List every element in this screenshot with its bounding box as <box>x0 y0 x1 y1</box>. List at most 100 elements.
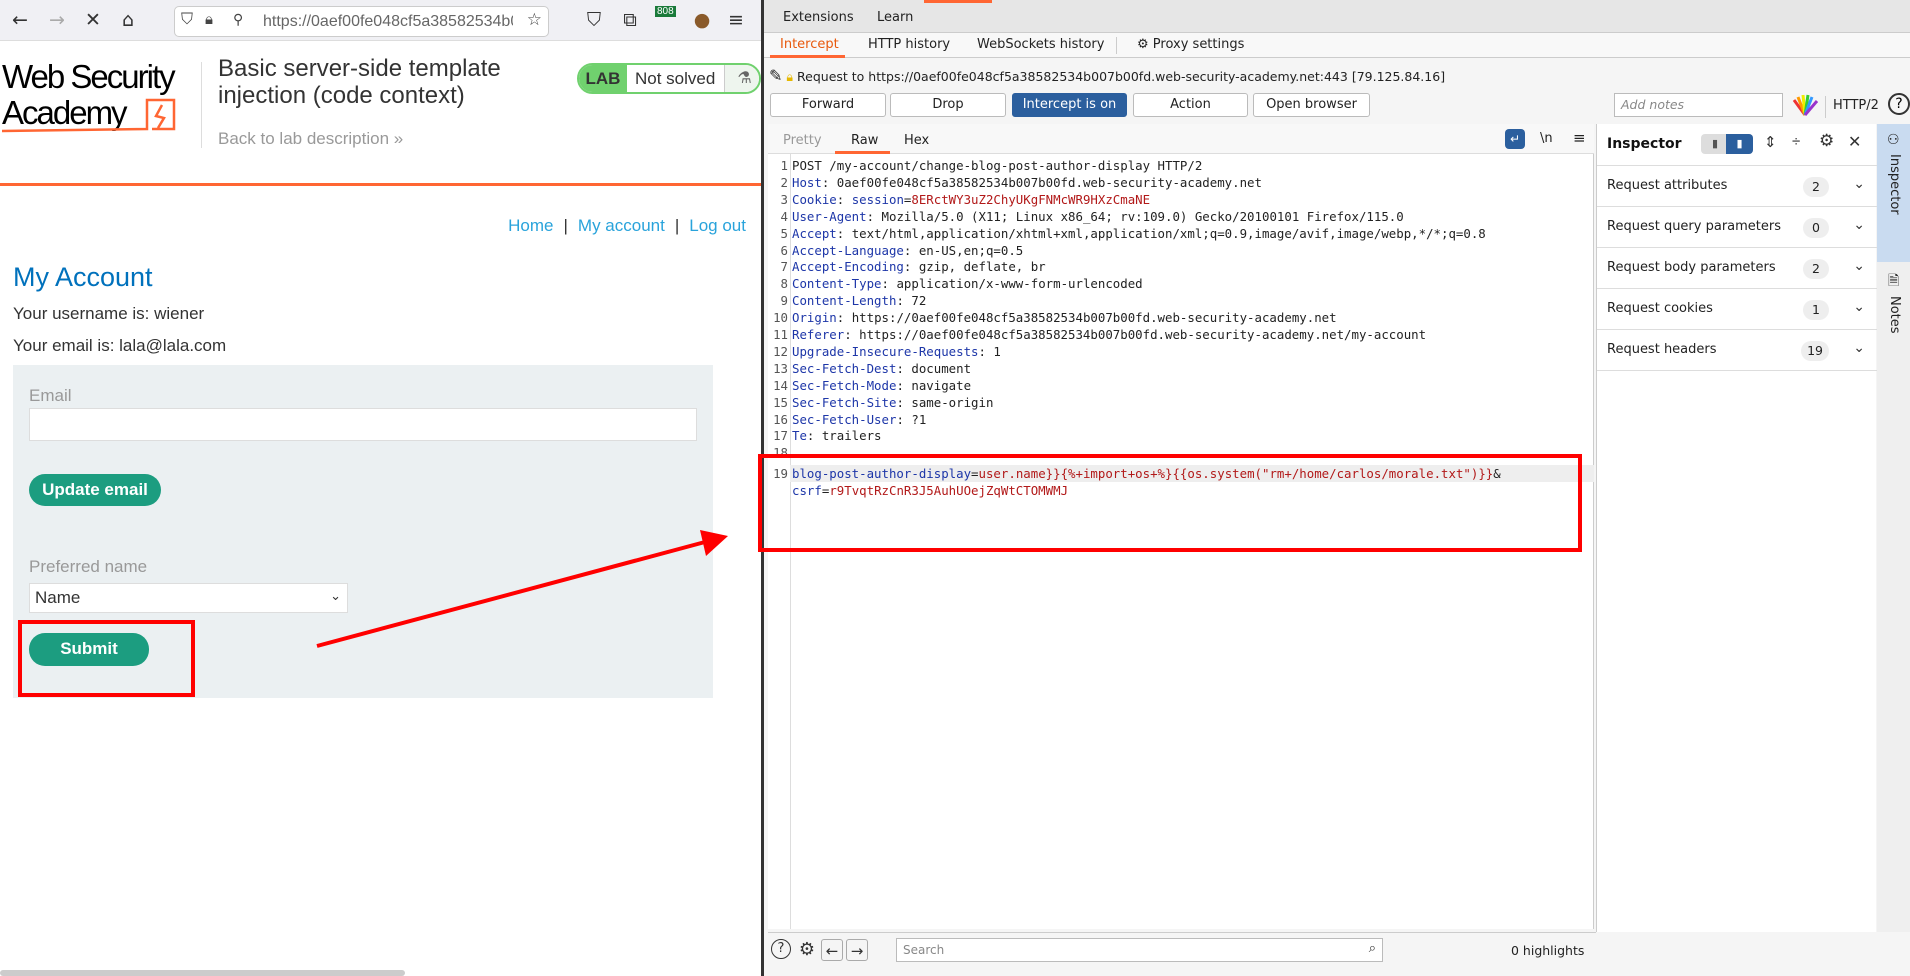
inspector-row[interactable]: Request query parameters 0 ⌄ <box>1597 207 1877 248</box>
email-text: Your email is: lala@lala.com <box>13 336 227 355</box>
menu-extensions[interactable]: Extensions <box>783 10 854 25</box>
editor-search-bar: ? ⚙ ← → Search ⌕ 0 highlights <box>768 932 1596 966</box>
inspector-row-count: 2 <box>1803 177 1829 197</box>
inspector-row-count: 1 <box>1803 300 1829 320</box>
tab-underline <box>770 55 845 58</box>
back-link-label: Back to lab description <box>218 129 390 148</box>
header-value: https://0aef00fe048cf5a38582534b007b00fd… <box>859 327 1427 342</box>
email-input[interactable] <box>29 408 697 441</box>
lock-icon: 🔒︎ <box>205 11 213 28</box>
inspector-settings-icon[interactable]: ⚙ <box>1819 131 1834 151</box>
settings-gear-icon[interactable]: ⚙ <box>796 939 818 961</box>
header-value: application/x-www-form-urlencoded <box>896 276 1143 292</box>
action-button[interactable]: Action <box>1133 93 1248 117</box>
next-match-icon[interactable]: → <box>846 939 868 961</box>
tab-http-history[interactable]: HTTP history <box>868 37 950 52</box>
inspector-glasses-icon: ⚇ <box>1887 132 1900 148</box>
extension-badge[interactable]: 808 <box>655 6 676 17</box>
annotation-box-payload <box>758 454 1582 552</box>
inspector-panel: Inspector ▮ ▮ ⇕ ÷ ⚙ ✕ Request attributes… <box>1596 124 1877 932</box>
previous-match-icon[interactable]: ← <box>821 939 843 961</box>
line-number: 11 <box>773 327 788 342</box>
editor-menu-icon[interactable]: ≡ <box>1573 129 1586 147</box>
help-icon[interactable]: ? <box>771 939 791 959</box>
header-name: Cookie <box>792 191 837 207</box>
chevron-down-icon[interactable]: ⌄ <box>1853 340 1865 356</box>
burp-suite-window: Extensions Learn Intercept HTTP history … <box>758 0 1910 976</box>
pencil-icon[interactable]: ✎ <box>769 66 782 85</box>
cookie-icon[interactable]: ● <box>690 8 714 32</box>
chevron-down-icon[interactable]: ⌄ <box>1853 299 1865 315</box>
drop-button[interactable]: Drop <box>890 93 1006 117</box>
preferred-name-select[interactable]: Name ⌄ <box>29 583 348 613</box>
proxy-settings[interactable]: ⚙ Proxy settings <box>1137 37 1244 52</box>
horizontal-scrollbar[interactable] <box>0 970 405 976</box>
tab-underline <box>835 151 890 154</box>
annotation-box-submit <box>18 620 195 697</box>
nav-logout[interactable]: Log out <box>689 216 746 235</box>
inspector-row[interactable]: Request headers 19 ⌄ <box>1597 330 1877 371</box>
side-tab-inspector[interactable]: ⚇ Inspector <box>1877 124 1910 262</box>
header-value: ?1 <box>911 411 927 427</box>
newline-toggle[interactable]: \n <box>1540 131 1553 146</box>
chevron-down-icon[interactable]: ⌄ <box>1853 176 1865 192</box>
proxy-settings-label: Proxy settings <box>1152 37 1245 52</box>
back-icon[interactable]: ← <box>8 8 32 32</box>
home-icon[interactable]: ⌂ <box>116 8 140 32</box>
header-value: gzip, deflate, br <box>918 259 1046 275</box>
tab-raw[interactable]: Raw <box>851 133 878 148</box>
tab-pretty[interactable]: Pretty <box>783 133 822 148</box>
header-value: en-US,en;q=0.5 <box>918 242 1024 258</box>
inspector-row[interactable]: Request attributes 2 ⌄ <box>1597 166 1877 207</box>
protocol-label: HTTP/2 <box>1833 98 1879 113</box>
header-name: Host <box>792 174 822 190</box>
web-security-academy-logo[interactable]: Web Security Academy <box>2 58 197 138</box>
request-line: Referer: https://0aef00fe048cf5a38582534… <box>792 327 1427 342</box>
header-name: Upgrade-Insecure-Requests <box>792 343 979 359</box>
expand-all-icon[interactable]: ⇕ <box>1764 133 1777 151</box>
lab-label: LAB <box>579 65 627 92</box>
help-icon[interactable]: ? <box>1888 93 1910 115</box>
request-line: Cookie: session=8ERctWY3uZ2ChyUKgFNMcWR9… <box>792 191 1151 207</box>
highlight-color-icon[interactable] <box>1792 94 1818 116</box>
request-line: Te: trailers <box>792 428 882 444</box>
open-browser-button[interactable]: Open browser <box>1253 93 1370 117</box>
header-value: text/html,application/xhtml+xml,applicat… <box>851 225 1486 241</box>
inspector-row[interactable]: Request cookies 1 ⌄ <box>1597 289 1877 330</box>
inspector-row[interactable]: Request body parameters 2 ⌄ <box>1597 248 1877 289</box>
tab-hex[interactable]: Hex <box>904 133 929 148</box>
back-to-lab-link[interactable]: Back to lab description » <box>218 129 403 149</box>
intercept-toggle-button[interactable]: Intercept is on <box>1012 93 1127 117</box>
nav-home[interactable]: Home <box>508 216 553 235</box>
extensions-icon[interactable]: ⧉ <box>618 8 642 32</box>
pocket-icon[interactable]: ⛉ <box>582 8 606 32</box>
layout-side-icon[interactable]: ▮ <box>1726 134 1753 154</box>
line-number: 8 <box>780 276 788 292</box>
chevron-down-icon[interactable]: ⌄ <box>1853 217 1865 233</box>
inspector-row-label: Request attributes <box>1607 178 1728 193</box>
close-icon[interactable]: ✕ <box>1848 132 1861 152</box>
add-notes-input[interactable]: Add notes <box>1614 93 1783 117</box>
bookmark-star-icon[interactable]: ☆ <box>527 10 542 30</box>
header-name: Content-Type <box>792 276 882 292</box>
menu-learn[interactable]: Learn <box>877 10 913 25</box>
stop-icon[interactable]: ✕ <box>81 8 105 32</box>
forward-icon[interactable]: → <box>45 8 69 32</box>
request-line: Content-Length: 72 <box>792 293 927 309</box>
chevron-down-icon[interactable]: ⌄ <box>1853 258 1865 274</box>
nav-my-account[interactable]: My account <box>578 216 665 235</box>
notes-document-icon: 🗎 <box>1888 273 1900 289</box>
url-bar[interactable]: ⛉ 🔒︎ ⚲ https://0aef00fe048cf5a38582534b0… <box>174 6 549 37</box>
layout-stacked-icon[interactable]: ▮ <box>1707 134 1723 154</box>
collapse-all-icon[interactable]: ÷ <box>1792 133 1800 150</box>
update-email-button[interactable]: Update email <box>29 474 161 506</box>
search-input[interactable]: Search ⌕ <box>896 938 1383 962</box>
word-wrap-icon[interactable]: ↵ <box>1505 129 1525 149</box>
tab-websockets-history[interactable]: WebSockets history <box>977 37 1104 52</box>
side-tab-notes[interactable]: 🗎 Notes <box>1877 262 1910 362</box>
tab-intercept[interactable]: Intercept <box>780 37 839 52</box>
menu-icon[interactable]: ≡ <box>724 8 748 32</box>
lock-icon: 🔒︎ <box>786 69 794 84</box>
forward-button[interactable]: Forward <box>770 93 886 117</box>
tab-divider <box>1116 37 1117 54</box>
